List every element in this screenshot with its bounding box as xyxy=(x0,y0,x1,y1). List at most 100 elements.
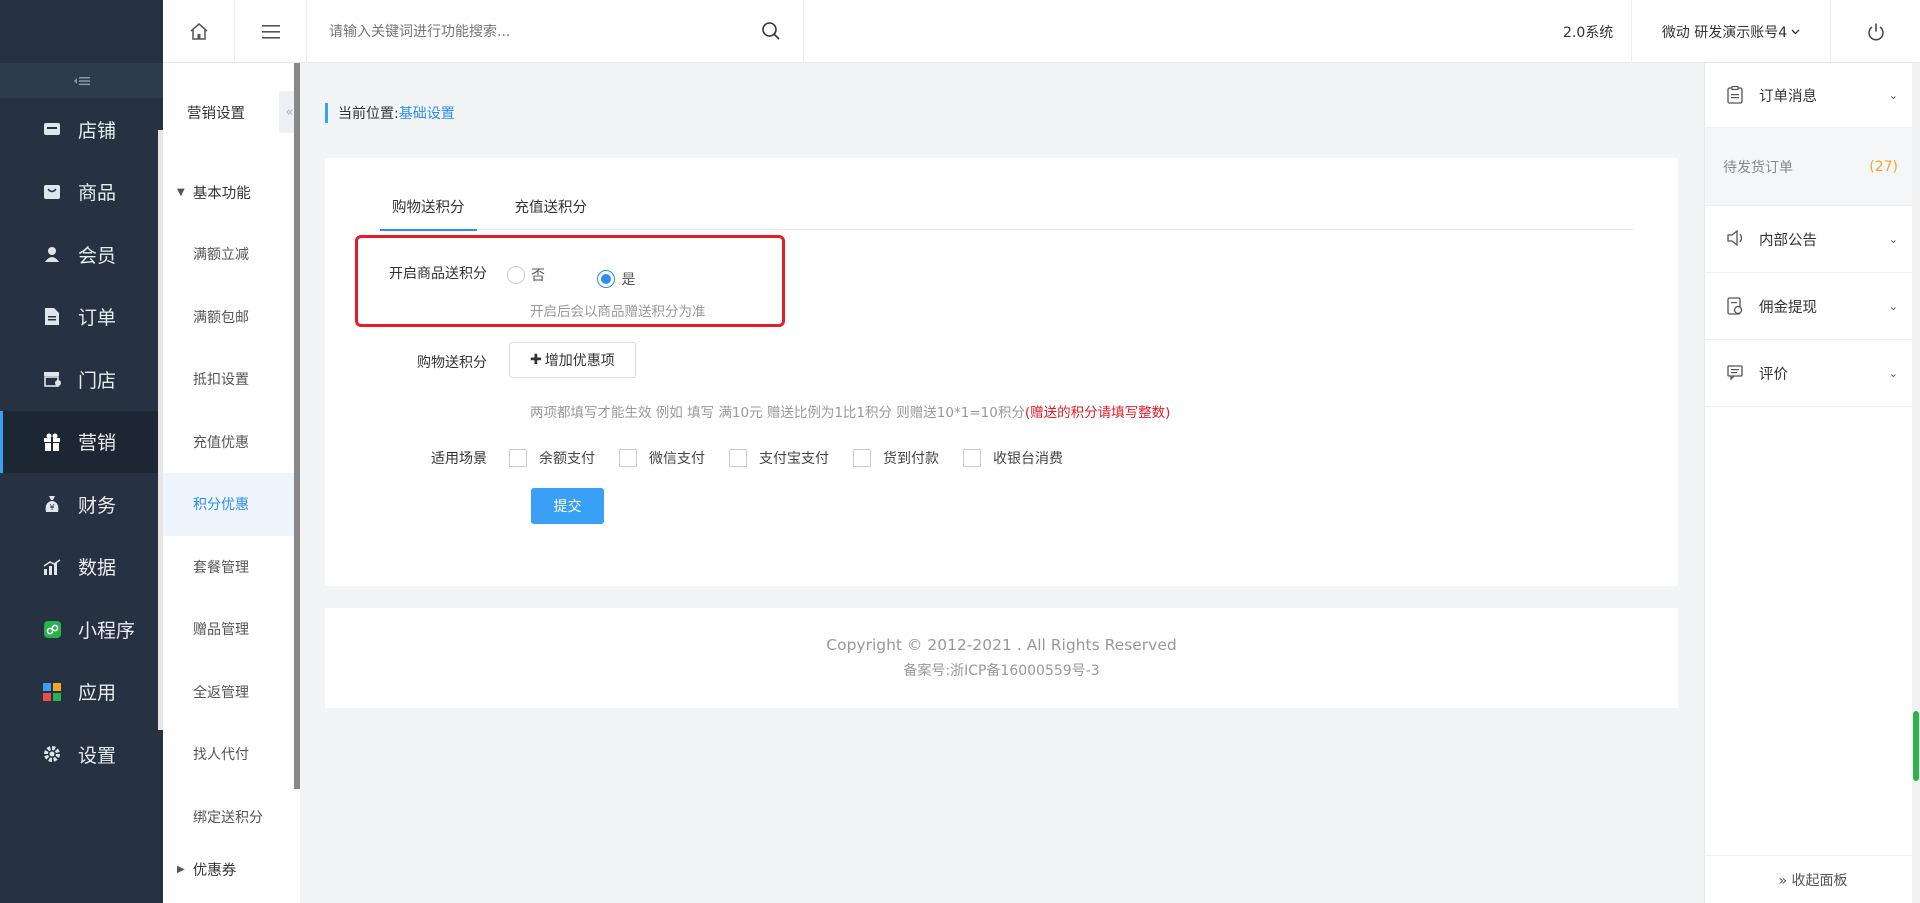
tab-shopping-points[interactable]: 购物送积分 xyxy=(380,183,477,231)
sidebar-item-order[interactable]: 订单 xyxy=(0,286,163,349)
subnav-item-deduction-settings[interactable]: 抵扣设置 xyxy=(163,348,300,411)
sidebar-item-apps[interactable]: 应用 xyxy=(0,661,163,724)
sidebar-item-store[interactable]: 店铺 xyxy=(0,98,163,161)
sidebar-item-member[interactable]: 会员 xyxy=(0,223,163,286)
moneybag-icon: ¥ xyxy=(42,494,62,514)
plus-icon: ✚ xyxy=(530,352,542,368)
breadcrumb-current-link[interactable]: 基础设置 xyxy=(399,103,455,123)
add-discount-label: 增加优惠项 xyxy=(544,353,615,369)
chevron-down-icon: ⌄ xyxy=(1888,366,1898,380)
checkbox-cash-on-delivery[interactable]: 货到付款 xyxy=(853,448,939,468)
sidebar-item-label: 设置 xyxy=(78,744,117,767)
icp-text: 备案号:浙ICP备16000559号-3 xyxy=(903,663,1100,679)
subnav-item-package-management[interactable]: 套餐管理 xyxy=(163,536,300,599)
pending-orders-count: (27) xyxy=(1869,158,1898,175)
sidebar-item-goods[interactable]: 商品 xyxy=(0,161,163,224)
account-dropdown[interactable]: 微动 研发演示账号4 xyxy=(1631,0,1831,63)
subnav-item-free-shipping[interactable]: 满额包邮 xyxy=(163,286,300,349)
sidebar-item-label: 应用 xyxy=(78,682,117,705)
shopping-points-label: 购物送积分 xyxy=(417,355,487,371)
panel-commission-withdrawal[interactable]: 佣金提现 ⌄ xyxy=(1705,273,1920,340)
search-input[interactable] xyxy=(329,11,769,52)
checkbox-label: 支付宝支付 xyxy=(759,451,829,467)
subnav-group-coupon[interactable]: ▶ 优惠券 xyxy=(163,848,300,890)
checkbox-balance-pay[interactable]: 余额支付 xyxy=(509,448,595,468)
chevron-down-icon: ⌄ xyxy=(1888,232,1898,246)
double-chevron-left-icon: « xyxy=(285,104,294,120)
scenes-checkbox-group: 余额支付 微信支付 支付宝支付 货到付款 收银台消费 xyxy=(509,448,1087,468)
sidebar-item-label: 数据 xyxy=(78,557,117,580)
sidebar-item-data[interactable]: 数据 xyxy=(0,536,163,599)
checkbox-label: 货到付款 xyxy=(883,451,939,467)
scenes-label: 适用场景 xyxy=(431,451,487,467)
radio-no[interactable]: 否 xyxy=(507,265,545,285)
chevron-down-icon xyxy=(1791,29,1800,34)
subnav-item-points-discount[interactable]: 积分优惠 xyxy=(163,473,300,536)
checkbox-box xyxy=(619,449,637,467)
breadcrumb: 当前位置: 基础设置 xyxy=(325,103,455,123)
sidebar-item-label: 门店 xyxy=(78,369,117,392)
subnav-item-bind-points[interactable]: 绑定送积分 xyxy=(163,786,300,849)
add-discount-button[interactable]: ✚ 增加优惠项 xyxy=(509,342,636,378)
svg-text:¥: ¥ xyxy=(49,503,54,512)
logout-button[interactable] xyxy=(1831,0,1920,63)
subnav-item-recharge-discount[interactable]: 充值优惠 xyxy=(163,411,300,474)
radio-yes[interactable]: 是 xyxy=(597,269,635,289)
logo-area xyxy=(0,0,163,63)
panel-reviews[interactable]: 评价 ⌄ xyxy=(1705,340,1920,407)
product-points-radio-group: 否 是 xyxy=(507,263,683,289)
scrollbar-thumb[interactable] xyxy=(1913,711,1919,781)
checkbox-label: 微信支付 xyxy=(649,451,705,467)
right-scrollbar[interactable] xyxy=(1912,63,1920,903)
gear-icon xyxy=(42,744,62,764)
page-footer: Copyright © 2012-2021 . All Rights Reser… xyxy=(325,608,1678,708)
search-icon[interactable] xyxy=(761,21,781,41)
right-panel: 订单消息 ⌄ 待发货订单 (27) 内部公告 ⌄ 佣金提现 ⌄ 评价 ⌄ » 收… xyxy=(1704,63,1920,903)
sidebar-item-finance[interactable]: ¥ 财务 xyxy=(0,473,163,536)
marketing-subnav: 营销设置 « ▼ 基本功能 满额立减 满额包邮 抵扣设置 充值优惠 积分优惠 套… xyxy=(163,63,300,903)
checkbox-alipay[interactable]: 支付宝支付 xyxy=(729,448,829,468)
system-version-link[interactable]: 2.0系统 xyxy=(1563,0,1613,63)
bag-icon xyxy=(42,182,62,202)
checkbox-box xyxy=(853,449,871,467)
caret-right-icon: ▶ xyxy=(177,863,185,875)
sidebar-item-marketing[interactable]: 营销 xyxy=(0,410,163,473)
copyright-text: Copyright © 2012-2021 . All Rights Reser… xyxy=(826,636,1177,654)
submit-button[interactable]: 提交 xyxy=(531,488,604,524)
panel-item-label: 内部公告 xyxy=(1759,232,1817,249)
shop-icon xyxy=(42,369,62,389)
subnav-group-basic[interactable]: ▼ 基本功能 xyxy=(163,161,300,223)
panel-item-label: 评价 xyxy=(1759,366,1788,383)
subnav-item-full-reduction[interactable]: 满额立减 xyxy=(163,223,300,286)
rule-hint-text: 两项都填写才能生效 例如 填写 满10元 赠送比例为1比1积分 则赠送10*1=… xyxy=(530,405,1025,421)
breadcrumb-prefix: 当前位置: xyxy=(338,106,399,122)
collapse-panel-button[interactable]: » 收起面板 xyxy=(1705,855,1920,903)
subnav-item-pay-for-me[interactable]: 找人代付 xyxy=(163,723,300,786)
checkbox-box xyxy=(963,449,981,467)
subnav-item-full-return[interactable]: 全返管理 xyxy=(163,661,300,724)
shopping-points-hint: 两项都填写才能生效 例如 填写 满10元 赠送比例为1比1积分 则赠送10*1=… xyxy=(530,401,1170,421)
panel-order-messages[interactable]: 订单消息 ⌄ xyxy=(1705,63,1920,128)
checkbox-box xyxy=(729,449,747,467)
hamburger-icon xyxy=(261,24,280,39)
user-icon xyxy=(42,244,62,264)
top-header: 2.0系统 微动 研发演示账号4 xyxy=(163,0,1920,63)
checkbox-cashier[interactable]: 收银台消费 xyxy=(963,448,1063,468)
checkbox-wechat-pay[interactable]: 微信支付 xyxy=(619,448,705,468)
tab-recharge-points[interactable]: 充值送积分 xyxy=(503,183,600,230)
panel-pending-orders[interactable]: 待发货订单 (27) xyxy=(1705,128,1920,206)
panel-internal-notice[interactable]: 内部公告 ⌄ xyxy=(1705,206,1920,273)
sidebar-item-settings[interactable]: 设置 xyxy=(0,723,163,786)
clipboard-icon xyxy=(1727,86,1745,104)
sidebar-collapse-toggle[interactable] xyxy=(0,63,163,98)
home-button[interactable] xyxy=(163,0,235,63)
home-icon xyxy=(190,23,207,40)
subnav-item-gift-management[interactable]: 赠品管理 xyxy=(163,598,300,661)
sidebar-item-label: 会员 xyxy=(78,244,117,267)
menu-button[interactable] xyxy=(235,0,307,63)
speaker-icon xyxy=(1727,230,1745,248)
sidebar-item-shop[interactable]: 门店 xyxy=(0,348,163,411)
tab-bar: 购物送积分 充值送积分 xyxy=(380,183,1633,231)
sidebar-item-miniapp[interactable]: 小程序 xyxy=(0,598,163,661)
comment-icon xyxy=(1727,364,1745,382)
